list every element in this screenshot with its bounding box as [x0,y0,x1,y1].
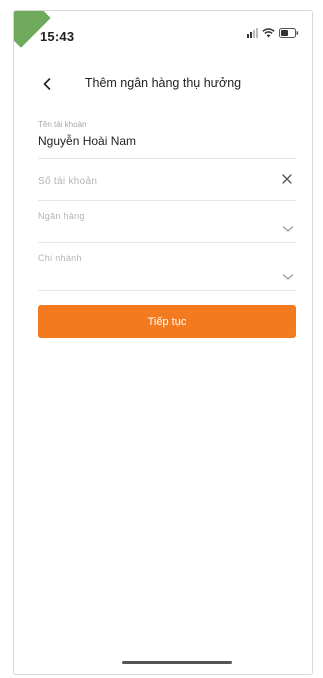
nav-bar: Thêm ngân hàng thụ hưởng [14,69,312,99]
bank-select-trigger[interactable] [38,201,296,242]
branch-select-trigger[interactable] [38,243,296,290]
account-name-field[interactable]: Tên tài khoản Nguyễn Hoài Nam [38,109,296,159]
account-name-label: Tên tài khoản [38,120,87,129]
home-indicator [122,661,232,664]
battery-icon [279,28,299,38]
wifi-icon [262,28,275,38]
page-title: Thêm ngân hàng thụ hưởng [84,76,242,90]
chevron-down-icon [282,226,294,232]
account-number-field[interactable]: Số tài khoản [38,159,296,201]
status-bar: 15:43 [14,11,312,55]
bank-select[interactable]: Ngân hàng [38,201,296,243]
account-name-value: Nguyễn Hoài Nam [38,134,137,148]
branch-select[interactable]: Chi nhánh [38,243,296,291]
chevron-down-icon [282,274,294,280]
phone-screen: 15:43 Thêm ngân hàng thụ hưởng Tên tài k… [13,10,313,675]
beneficiary-form: Tên tài khoản Nguyễn Hoài Nam Số tài kho… [38,109,296,291]
account-number-input[interactable] [38,159,296,200]
continue-button[interactable]: Tiếp tục [38,305,296,338]
status-icons [247,28,299,38]
close-icon[interactable] [280,172,294,186]
signal-icon [247,28,258,38]
status-time: 15:43 [40,29,75,44]
